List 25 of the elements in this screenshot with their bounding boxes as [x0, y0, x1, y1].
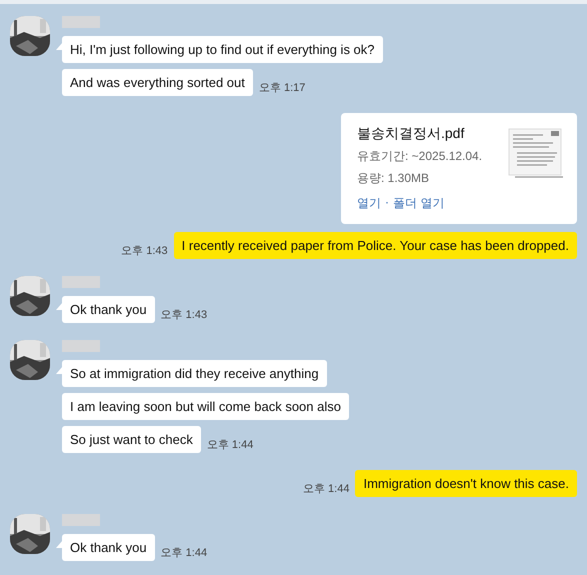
message-time: 오후 1:44: [160, 546, 208, 560]
open-link[interactable]: 열기: [357, 195, 381, 212]
redacted-name: [62, 514, 100, 526]
message-bubble: I am leaving soon but will come back soon also: [62, 393, 349, 420]
bubble-tail: [56, 540, 63, 548]
redacted-name: [62, 16, 100, 28]
message-bubble: I recently received paper from Police. Your case has been dropped.: [174, 232, 577, 259]
message-bubble: So just want to check: [62, 426, 201, 453]
redacted-name: [62, 340, 100, 352]
message-time: 오후 1:43: [160, 308, 208, 322]
link-separator: ·: [385, 195, 389, 211]
file-size: 용량: 1.30MB: [357, 170, 430, 187]
file-expiry: 유효기간: ~2025.12.04.: [357, 148, 482, 165]
bubble-tail: [56, 366, 63, 374]
bubble-tail: [56, 302, 63, 310]
open-folder-link[interactable]: 폴더 열기: [393, 195, 444, 212]
redacted-name: [62, 276, 100, 288]
message-time: 오후 1:44: [206, 438, 254, 452]
message-time: 오후 1:17: [258, 81, 306, 95]
bubble-tail: [56, 42, 63, 50]
message-bubble: Immigration doesn't know this case.: [355, 470, 577, 497]
message-bubble: And was everything sorted out: [62, 69, 253, 96]
file-name: 불송치결정서.pdf: [357, 125, 466, 143]
message-time: 오후 1:44: [303, 482, 350, 496]
message-time: 오후 1:43: [121, 244, 168, 258]
